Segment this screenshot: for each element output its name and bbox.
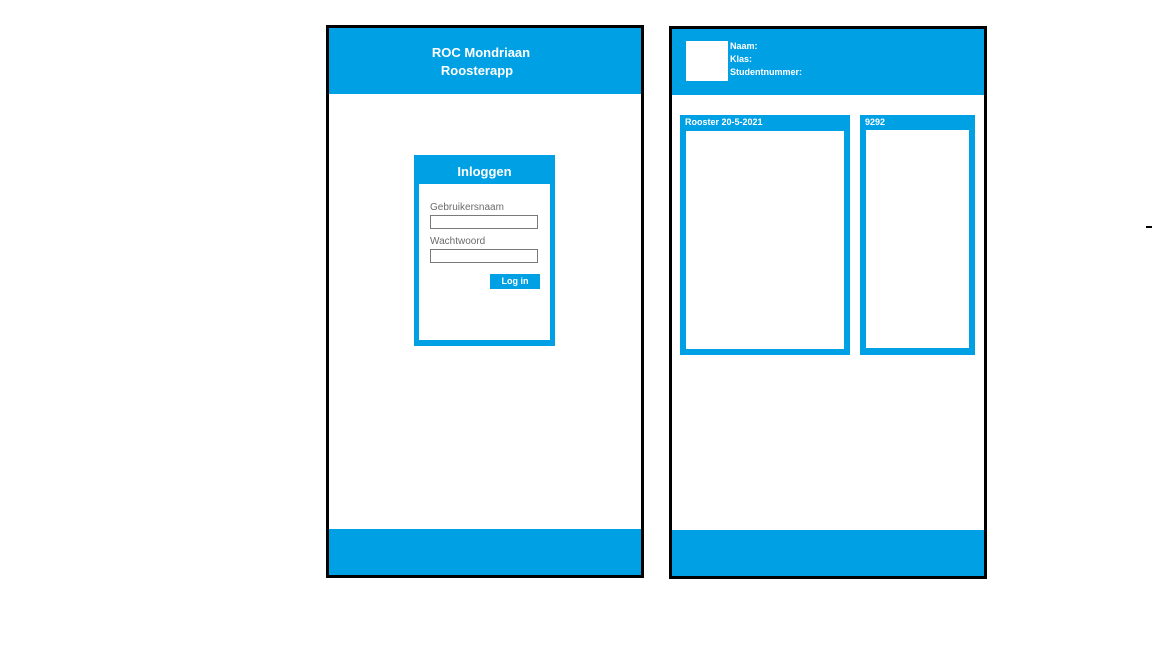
schedule-panel-title: Rooster 20-5-2021 xyxy=(685,117,763,127)
code-panel-body xyxy=(866,130,969,348)
code-panel: 9292 xyxy=(860,115,975,355)
login-form: Gebruikersnaam Wachtwoord Log in xyxy=(419,184,550,340)
login-button[interactable]: Log in xyxy=(490,274,540,289)
name-label: Naam: xyxy=(730,41,758,51)
schedule-panel: Rooster 20-5-2021 xyxy=(680,115,850,355)
login-header-bar: ROC Mondriaan Roosterapp xyxy=(329,28,641,94)
password-input[interactable] xyxy=(430,249,538,263)
rooster-footer-bar xyxy=(672,530,984,576)
student-number-label: Studentnummer: xyxy=(730,67,802,77)
username-input[interactable] xyxy=(430,215,538,229)
rooster-screen: Naam: Klas: Studentnummer: Rooster 20-5-… xyxy=(669,26,987,579)
login-footer-bar xyxy=(329,529,641,575)
rooster-header-bar: Naam: Klas: Studentnummer: xyxy=(672,29,984,95)
login-box-title: Inloggen xyxy=(457,164,512,179)
app-title-line-2: Roosterapp xyxy=(440,63,514,78)
username-label: Gebruikersnaam xyxy=(430,202,504,213)
app-title-line-1: ROC Mondriaan xyxy=(431,45,531,60)
login-screen: ROC Mondriaan Roosterapp Inloggen Gebrui… xyxy=(326,25,644,578)
code-panel-title: 9292 xyxy=(865,117,886,127)
avatar xyxy=(686,41,728,81)
edge-mark xyxy=(1146,226,1152,228)
login-box: Inloggen Gebruikersnaam Wachtwoord Log i… xyxy=(414,155,555,346)
class-label: Klas: xyxy=(730,54,753,64)
password-label: Wachtwoord xyxy=(430,236,486,247)
schedule-panel-body xyxy=(686,131,844,349)
